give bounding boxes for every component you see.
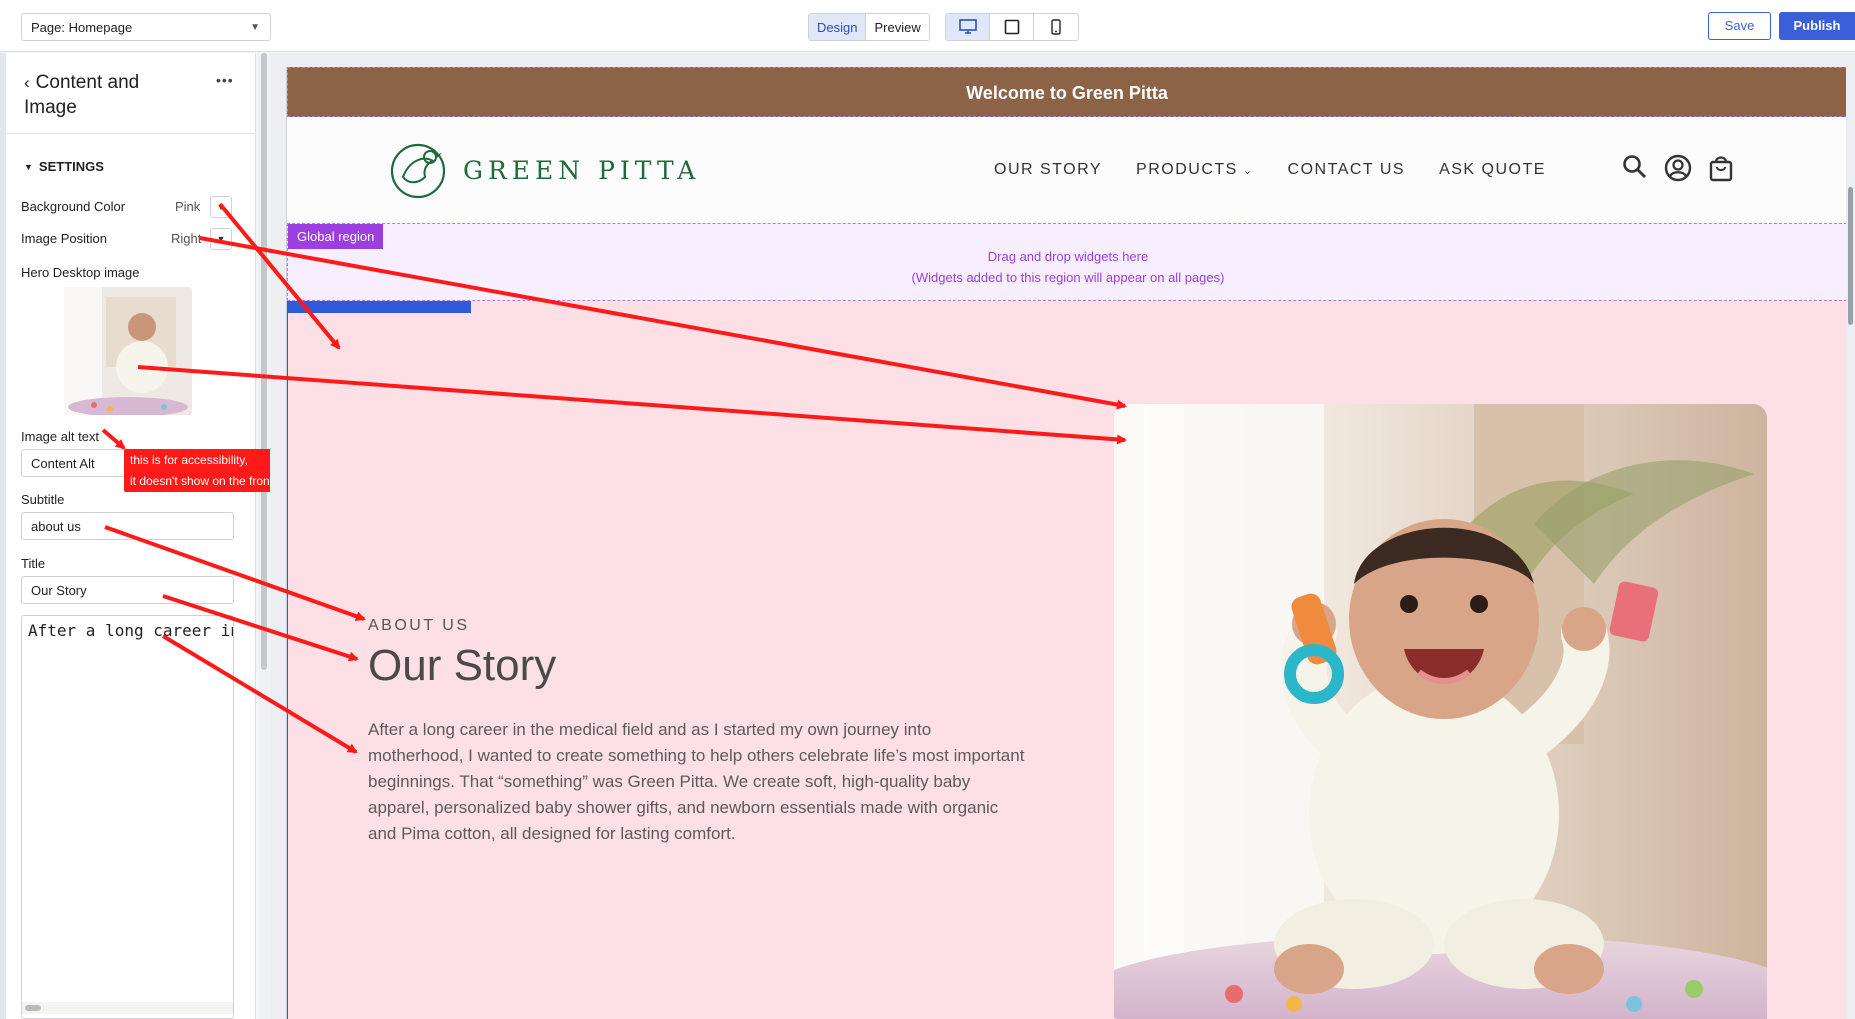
title-input[interactable]: Our Story [21,576,234,604]
hero-body: After a long career in the medical field… [368,720,1025,843]
hero-image-label: Hero Desktop image [21,265,140,280]
collapse-triangle-icon: ▼ [24,162,33,172]
section-toolbar-tab[interactable] [287,301,471,313]
subtitle-label: Subtitle [21,492,65,507]
background-color-dropdown[interactable]: ▼ [210,196,232,218]
panel-title: ‹ Content and Image [24,70,194,120]
background-color-value: Pink [175,199,201,214]
panel-divider [6,133,256,134]
settings-section-header[interactable]: ▼ SETTINGS [24,159,104,174]
subtitle-input[interactable]: about us [21,512,234,540]
green-pitta-bird-icon [390,143,446,199]
title-label: Title [21,556,46,571]
image-position-label: Image Position [21,231,107,246]
design-mode-button[interactable]: Design [809,14,867,40]
body-textarea[interactable]: After a long career in [21,615,234,1019]
content-image-section[interactable]: ABOUT US Our Story After a long career i… [287,301,1846,1019]
more-options-icon[interactable]: ••• [216,72,234,88]
back-chevron-icon[interactable]: ‹ [24,73,30,92]
account-icon[interactable] [1664,154,1692,182]
mobile-icon[interactable] [1034,14,1078,40]
nav-products[interactable]: PRODUCTS ⌄ [1136,161,1254,179]
textarea-scrollbar-thumb[interactable] [25,1005,41,1011]
site-logo[interactable]: GREEN PITTA [389,141,700,199]
site-header: GREEN PITTA OUR STORY PRODUCTS ⌄ CONTACT … [287,117,1846,223]
site-preview: Welcome to Green Pitta GREEN PITTA OUR S… [286,67,1846,1019]
nav-ask-quote[interactable]: ASK QUOTE [1439,161,1546,179]
nav-our-story[interactable]: OUR STORY [994,161,1102,179]
main-nav: OUR STORY PRODUCTS ⌄ CONTACT US ASK QUOTE [994,161,1546,179]
global-region-dropzone[interactable]: Global region Drag and drop widgets here… [287,223,1846,301]
global-region-message-line-2: (Widgets added to this region will appea… [911,270,1225,285]
editor-toolbar: Page: Homepage ▼ Design Preview Save Pub… [0,0,1855,52]
page-select-value: Page: Homepage [31,20,133,35]
alt-text-label: Image alt text [21,429,100,444]
canvas-scrollbar-thumb[interactable] [1848,187,1853,325]
caret-down-icon: ▼ [250,22,260,33]
panel-title-text: Content and Image [24,72,140,118]
settings-label: SETTINGS [38,159,104,174]
nav-products-label: PRODUCTS [1136,161,1238,178]
page-select[interactable]: Page: Homepage ▼ [21,13,271,41]
save-button[interactable]: Save [1708,12,1771,40]
chevron-down-icon: ⌄ [1242,165,1254,177]
hero-image-thumbnail[interactable] [64,287,192,415]
mode-toggle: Design Preview [808,13,930,41]
header-icons [1622,154,1734,182]
hero-title: Our Story [368,641,557,690]
desktop-icon[interactable] [946,14,990,40]
search-icon[interactable] [1622,154,1648,180]
announcement-bar[interactable]: Welcome to Green Pitta [287,67,1846,117]
textarea-scrollbar[interactable] [22,1002,233,1014]
hero-subtitle: ABOUT US [368,617,470,634]
image-position-value: Right [171,231,202,246]
panel-scrollbar[interactable] [259,53,269,1019]
logo-text: GREEN PITTA [463,155,701,185]
nav-contact-us[interactable]: CONTACT US [1288,161,1406,179]
preview-mode-button[interactable]: Preview [866,14,928,40]
global-region-message-line-1: Drag and drop widgets here [987,249,1149,264]
shopping-bag-icon[interactable] [1708,154,1734,182]
tablet-icon[interactable] [990,14,1034,40]
publish-button[interactable]: Publish [1779,12,1855,40]
global-region-message: Drag and drop widgets here (Widgets adde… [288,246,1846,288]
panel-scrollbar-thumb[interactable] [261,53,267,670]
image-position-dropdown[interactable]: ▼ [210,228,232,250]
device-toggle [945,13,1079,41]
hero-photo [1114,404,1767,1019]
background-color-label: Background Color [21,199,126,214]
